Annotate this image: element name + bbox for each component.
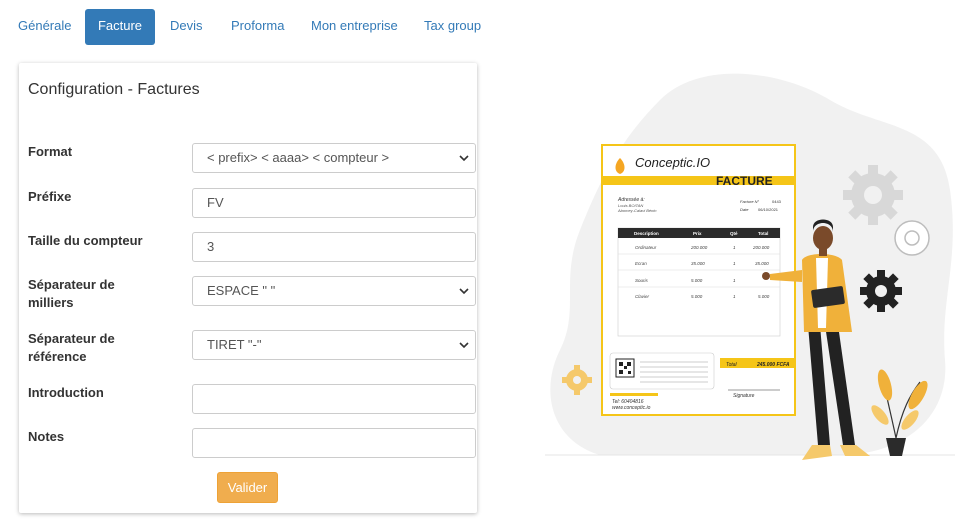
- invoice-row-4-total: 5.000: [758, 294, 770, 299]
- sep-milliers-value: ESPACE " ": [207, 283, 276, 298]
- invoice-brand: Conceptic.IO: [635, 155, 710, 170]
- invoice-col-prix: Prix: [693, 231, 702, 236]
- sep-reference-label-line2: référence: [28, 349, 87, 364]
- invoice-row-1-prix: 200.000: [690, 245, 708, 250]
- invoice-signature-label: Signature: [733, 393, 755, 399]
- invoice-row-2-desc: Ecran: [635, 261, 647, 266]
- tab-proforma[interactable]: Proforma: [231, 9, 284, 45]
- tab-facture[interactable]: Facture: [85, 9, 155, 45]
- format-label: Format: [28, 144, 73, 159]
- invoice-col-description: Description: [634, 231, 659, 236]
- sep-milliers-label-line1: Séparateur de: [28, 277, 115, 292]
- tab-generale[interactable]: Générale: [18, 9, 71, 45]
- chevron-down-icon: [459, 155, 469, 162]
- invoice-col-qte: Qté: [730, 231, 738, 236]
- chevron-down-icon: [459, 342, 469, 349]
- taille-value: 3: [207, 239, 215, 254]
- prefixe-label: Préfixe: [28, 189, 72, 204]
- invoice-total-value: 245.000 FCFA: [756, 362, 790, 368]
- sep-milliers-label-line2: milliers: [28, 295, 74, 310]
- introduction-label: Introduction: [28, 385, 104, 400]
- sep-milliers-label: Séparateur de milliers: [28, 276, 158, 312]
- notes-label: Notes: [28, 429, 65, 444]
- invoice-row-3-prix: 5.000: [691, 278, 703, 283]
- configuration-card: Configuration - Factures Format < prefix…: [19, 63, 477, 513]
- sep-reference-value: TIRET "-": [207, 337, 262, 352]
- invoice-no-label: Facture N°: [740, 199, 760, 204]
- gear-icon: [894, 220, 930, 256]
- invoice-row-1-desc: Ordinateur: [635, 245, 657, 250]
- invoice-website: www.conceptic.io: [612, 405, 651, 411]
- invoice-col-total: Total: [758, 231, 768, 236]
- invoice-row-4-desc: Clavier: [635, 294, 650, 299]
- prefixe-value: FV: [207, 195, 224, 210]
- invoice-illustration: Conceptic.IO FACTURE Adressée à: Louis B…: [545, 73, 955, 460]
- taille-label: Taille du compteur: [28, 233, 143, 248]
- chevron-down-icon: [459, 288, 469, 295]
- tab-devis[interactable]: Devis: [170, 9, 203, 45]
- format-select[interactable]: < prefix> < aaaa> < compteur >: [192, 143, 476, 173]
- qr-code-icon: [615, 358, 635, 378]
- tab-mon-entreprise[interactable]: Mon entreprise: [311, 9, 398, 45]
- introduction-input[interactable]: [192, 384, 476, 414]
- invoice-row-2-total: 35.000: [755, 261, 769, 266]
- sep-reference-label-line1: Séparateur de: [28, 331, 115, 346]
- tab-tax-group[interactable]: Tax group: [424, 9, 481, 45]
- gear-icon: [843, 165, 903, 225]
- sep-reference-select[interactable]: TIRET "-": [192, 330, 476, 360]
- format-value: < prefix> < aaaa> < compteur >: [207, 150, 390, 165]
- prefixe-input[interactable]: FV: [192, 188, 476, 218]
- invoice-date: 06/10/2021: [758, 207, 779, 212]
- invoice-heading: FACTURE: [716, 174, 773, 188]
- invoice-client-address: Abomey-Calavi Bénin: [617, 208, 657, 213]
- sep-reference-label: Séparateur de référence: [28, 330, 158, 366]
- valider-button[interactable]: Valider: [217, 472, 278, 503]
- invoice-row-2-prix: 35.000: [691, 261, 705, 266]
- invoice-total-label: Total: [726, 362, 738, 368]
- sep-milliers-select[interactable]: ESPACE " ": [192, 276, 476, 306]
- invoice-document: Conceptic.IO FACTURE Adressée à: Louis B…: [601, 144, 796, 416]
- invoice-no: 0443: [772, 199, 782, 204]
- gear-icon: [860, 270, 902, 312]
- invoice-row-3-desc: Souris: [635, 278, 649, 283]
- invoice-row-1-total: 200.000: [752, 245, 770, 250]
- invoice-row-4-prix: 5.000: [691, 294, 703, 299]
- taille-input[interactable]: 3: [192, 232, 476, 262]
- invoice-date-label: Date: [740, 207, 749, 212]
- notes-input[interactable]: [192, 428, 476, 458]
- card-title: Configuration - Factures: [28, 81, 200, 98]
